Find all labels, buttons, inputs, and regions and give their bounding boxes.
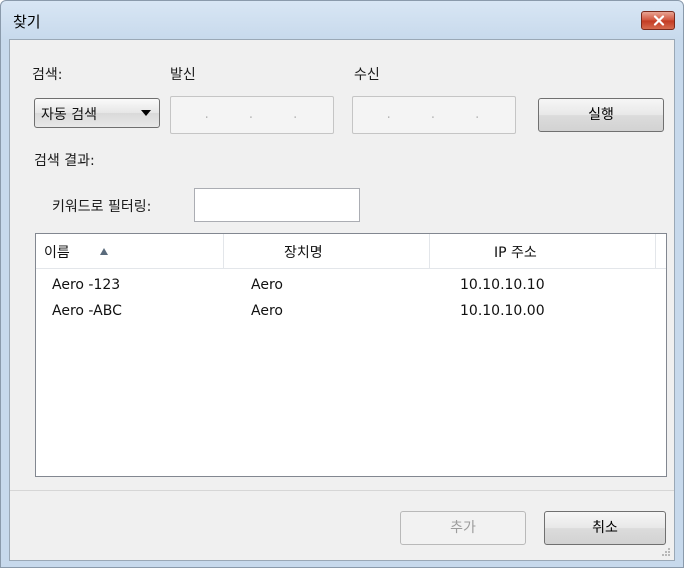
title-bar[interactable]: 찾기 xyxy=(1,1,683,39)
dialog-content: 검색: 발신 수신 자동 검색 . . . . . . 실행 검색 결과: 키워… xyxy=(9,39,675,561)
close-button[interactable] xyxy=(641,11,675,30)
row-ip: 10.10.10.10 xyxy=(460,277,545,293)
find-dialog: 찾기 검색: 발신 수신 자동 검색 . . . . . . 실행 검색 결과:… xyxy=(0,0,684,568)
results-list[interactable]: 이름 장치명 IP 주소 Aero -123 Aero 10.10.10.10 xyxy=(35,233,667,477)
column-header-ip[interactable]: IP 주소 xyxy=(430,234,656,268)
row-device: Aero xyxy=(251,277,283,293)
row-name: Aero -ABC xyxy=(52,303,122,319)
close-icon xyxy=(653,15,665,26)
to-ip-field[interactable]: . . . xyxy=(352,96,516,134)
column-device-label: 장치명 xyxy=(284,245,323,261)
row-device: Aero xyxy=(251,303,283,319)
to-label: 수신 xyxy=(354,67,380,83)
cancel-button[interactable]: 취소 xyxy=(544,511,666,545)
row-name: Aero -123 xyxy=(52,277,121,293)
column-ip-label: IP 주소 xyxy=(494,245,537,261)
column-name-label: 이름 xyxy=(44,245,70,261)
sort-ascending-icon xyxy=(100,248,108,255)
column-header-name[interactable]: 이름 xyxy=(36,234,224,268)
from-ip-value: . . . xyxy=(204,107,316,122)
add-button-label: 추가 xyxy=(450,520,476,536)
chevron-down-icon xyxy=(141,110,151,116)
footer-divider xyxy=(10,490,674,491)
run-button[interactable]: 실행 xyxy=(538,98,664,132)
to-ip-value: . . . xyxy=(386,107,498,122)
table-row[interactable]: Aero -ABC Aero 10.10.10.00 xyxy=(36,300,666,324)
column-header-device[interactable]: 장치명 xyxy=(224,234,430,268)
from-ip-field[interactable]: . . . xyxy=(170,96,334,134)
results-label: 검색 결과: xyxy=(34,153,95,169)
add-button[interactable]: 추가 xyxy=(400,511,526,545)
filter-label: 키워드로 필터링: xyxy=(52,199,152,215)
search-label: 검색: xyxy=(32,67,63,83)
window-title: 찾기 xyxy=(13,13,41,31)
row-ip: 10.10.10.00 xyxy=(460,303,545,319)
filter-input[interactable] xyxy=(194,188,360,222)
table-row[interactable]: Aero -123 Aero 10.10.10.10 xyxy=(36,274,666,298)
cancel-button-label: 취소 xyxy=(592,520,618,536)
run-button-label: 실행 xyxy=(588,107,614,123)
from-label: 발신 xyxy=(170,67,196,83)
search-mode-dropdown[interactable]: 자동 검색 xyxy=(34,98,160,128)
search-mode-value: 자동 검색 xyxy=(41,107,97,123)
list-header: 이름 장치명 IP 주소 xyxy=(36,234,666,269)
resize-grip-icon[interactable] xyxy=(660,546,671,557)
